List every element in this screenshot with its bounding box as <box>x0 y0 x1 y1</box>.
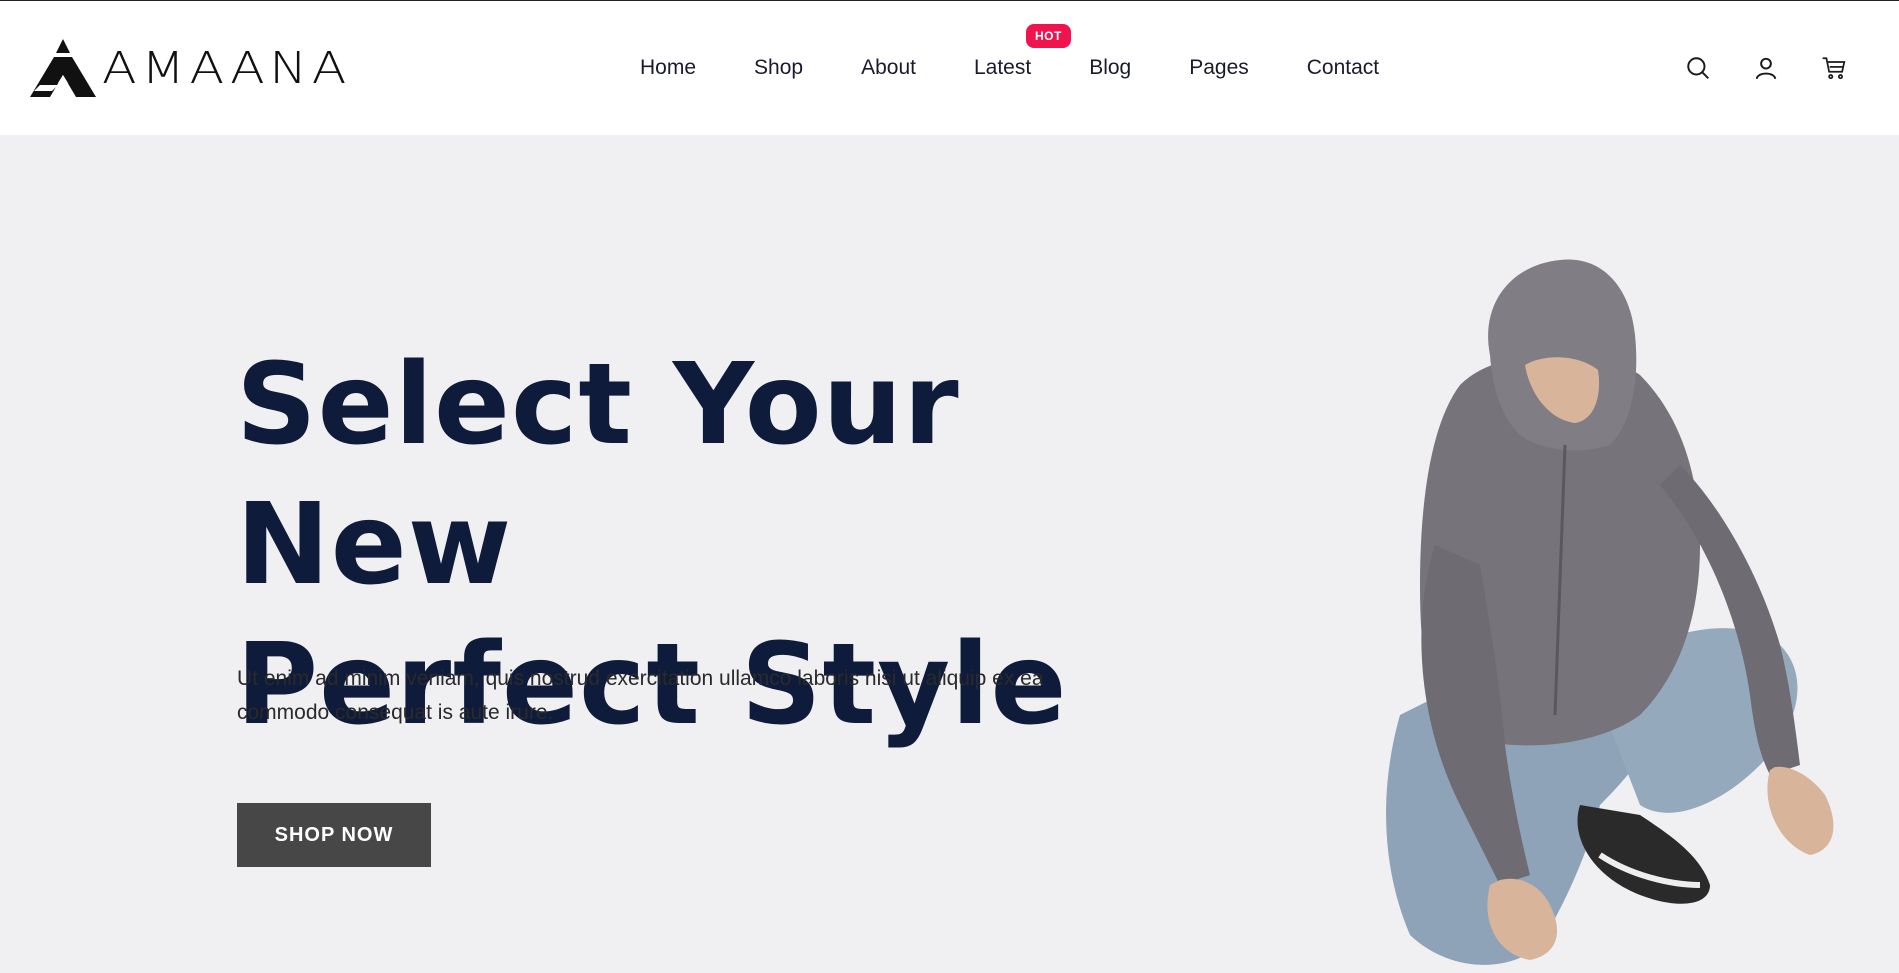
nav-item-shop[interactable]: Shop <box>754 56 803 80</box>
brand-logo[interactable]: AMAANA <box>30 39 346 97</box>
hero-model-image <box>1386 259 1834 965</box>
nav-item-home[interactable]: Home <box>640 56 696 80</box>
hero-section: Select Your New Perfect Style Ut enim ad… <box>0 135 1899 973</box>
nav-item-pages[interactable]: Pages <box>1189 56 1249 80</box>
logo-mark-icon <box>30 39 96 97</box>
search-icon[interactable] <box>1685 55 1711 81</box>
cart-icon[interactable] <box>1821 55 1847 81</box>
nav-item-about[interactable]: About <box>861 56 916 80</box>
user-icon[interactable] <box>1753 55 1779 81</box>
nav-item-latest[interactable]: Latest HOT <box>973 24 1071 80</box>
shop-now-button[interactable]: SHOP NOW <box>237 803 431 867</box>
brand-name: AMAANA <box>102 42 351 94</box>
hero-description: Ut enim ad minim veniam, quis nostrud ex… <box>237 667 1044 724</box>
nav-item-contact[interactable]: Contact <box>1307 56 1379 80</box>
hero-title-line-1: Select Your New <box>236 340 960 610</box>
site-header: AMAANA Home Shop About Latest HOT Blog P… <box>0 1 1899 135</box>
main-nav: Home Shop About Latest HOT Blog Pages Co… <box>640 1 1379 135</box>
header-icons <box>1643 1 1847 135</box>
nav-item-latest-label: Latest <box>973 56 1032 79</box>
hot-badge: HOT <box>1025 24 1071 48</box>
nav-item-blog[interactable]: Blog <box>1089 56 1131 80</box>
